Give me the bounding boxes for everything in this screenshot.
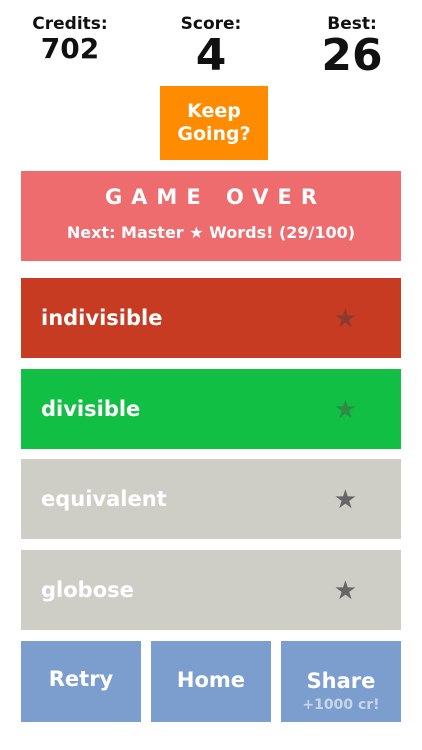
- star-icon[interactable]: ★: [334, 278, 357, 358]
- best-stat: Best: 26: [302, 14, 402, 78]
- credits-stat: Credits: 702: [20, 14, 120, 64]
- home-label: Home: [176, 668, 246, 692]
- word-row-divisible[interactable]: divisible ★: [21, 369, 401, 449]
- best-value: 26: [321, 30, 383, 81]
- score-value: 4: [195, 30, 227, 81]
- game-over-title: GAME OVER: [104, 185, 327, 209]
- share-bonus-text: +1000 cr!: [302, 697, 380, 713]
- word-row-indivisible[interactable]: indivisible ★: [21, 278, 401, 358]
- share-button[interactable]: Share +1000 cr!: [281, 641, 401, 722]
- credits-label: Credits:: [32, 14, 108, 34]
- game-over-panel: GAME OVER Next: Master ★ Words! (29/100): [21, 171, 401, 261]
- next-goal-text: Next: Master ★ Words! (29/100): [66, 223, 356, 242]
- retry-button[interactable]: Retry: [21, 641, 141, 722]
- word-label: globose: [41, 578, 134, 602]
- credits-value: 702: [40, 32, 100, 65]
- score-stat: Score: 4: [161, 14, 261, 78]
- word-label: divisible: [41, 397, 141, 421]
- keep-going-button[interactable]: Keep Going?: [160, 86, 268, 160]
- star-icon[interactable]: ★: [334, 369, 357, 449]
- star-icon[interactable]: ★: [334, 459, 357, 539]
- word-label: equivalent: [41, 487, 167, 511]
- share-label: Share: [306, 669, 376, 693]
- retry-label: Retry: [48, 667, 114, 691]
- home-button[interactable]: Home: [151, 641, 271, 722]
- keep-going-line1: Keep: [187, 100, 241, 122]
- star-icon[interactable]: ★: [334, 550, 357, 630]
- word-label: indivisible: [41, 306, 163, 330]
- word-row-globose[interactable]: globose ★: [21, 550, 401, 630]
- keep-going-line2: Going?: [177, 123, 251, 145]
- word-row-equivalent[interactable]: equivalent ★: [21, 459, 401, 539]
